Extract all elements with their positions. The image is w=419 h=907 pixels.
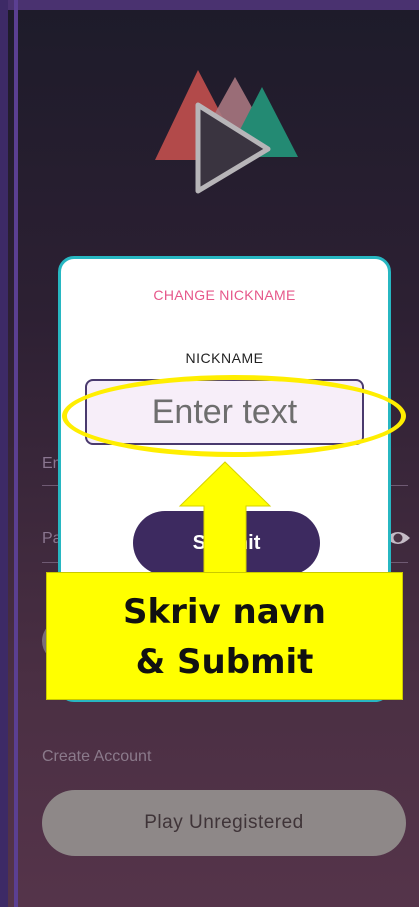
callout-text: Skriv navn & Submit [122,592,327,682]
create-account-link[interactable]: Create Account [42,748,151,766]
modal-title: CHANGE NICKNAME [153,287,296,303]
callout-box: Skriv navn & Submit [46,572,403,700]
app-logo-icon [155,70,298,194]
left-frame-line [14,0,18,907]
left-frame-border [0,0,8,907]
play-unregistered-button[interactable]: Play Unregistered [42,790,406,856]
top-frame-border [0,0,419,10]
nickname-label: NICKNAME [185,350,264,366]
highlight-oval [62,375,406,457]
